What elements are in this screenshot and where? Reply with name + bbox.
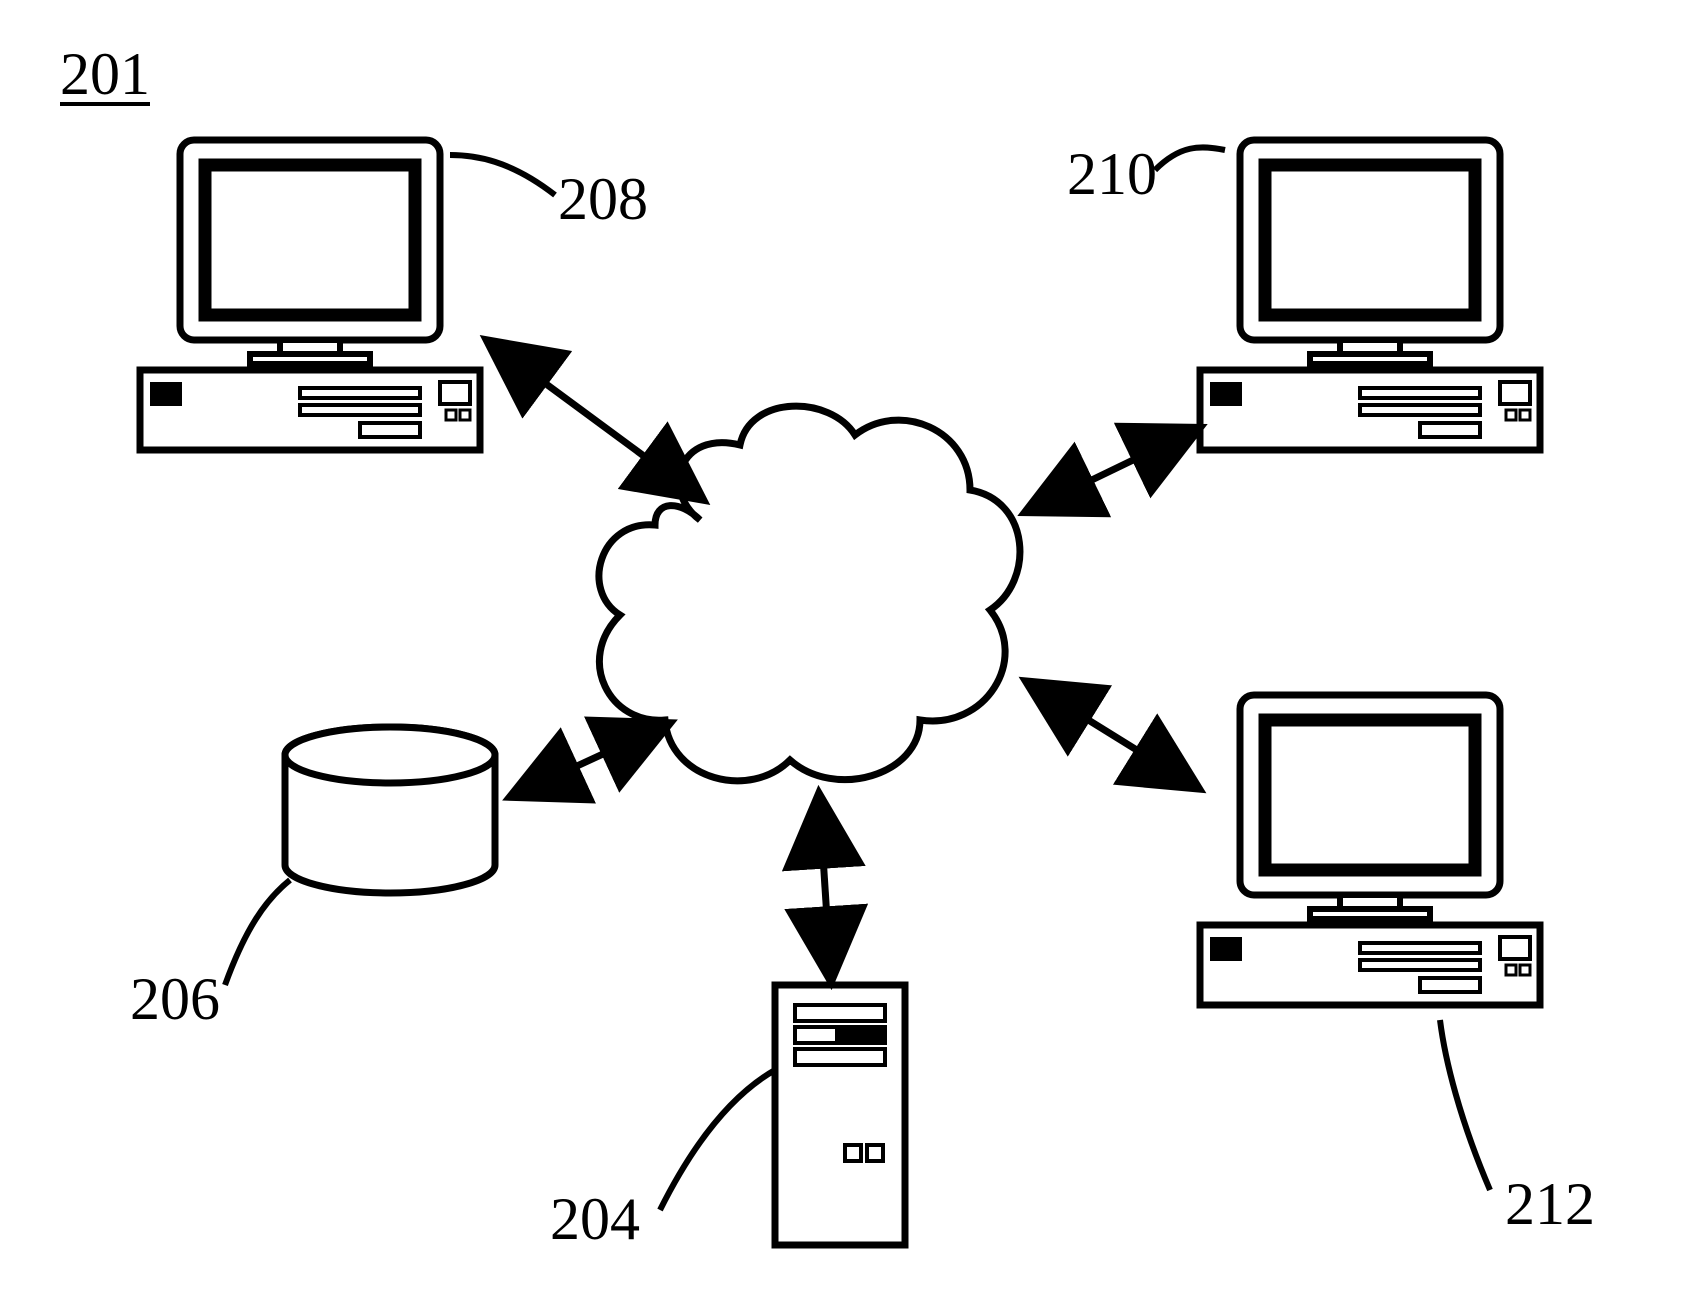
leader-210 xyxy=(1155,147,1225,170)
arrow-cloud-204 xyxy=(820,810,830,965)
arrow-cloud-206 xyxy=(525,730,655,790)
arrow-cloud-208 xyxy=(500,350,690,490)
computer-icon-208 xyxy=(140,140,480,450)
storage-icon xyxy=(285,727,495,893)
diagram-svg xyxy=(0,0,1707,1306)
leader-206 xyxy=(225,880,290,985)
computer-icon-212 xyxy=(1200,695,1540,1005)
leader-208 xyxy=(450,155,555,195)
arrow-cloud-210 xyxy=(1040,435,1185,505)
computer-icon-210 xyxy=(1200,140,1540,450)
leader-212 xyxy=(1440,1020,1490,1190)
arrow-cloud-212 xyxy=(1040,690,1185,780)
diagram-stage: 201 208 210 202 206 204 212 xyxy=(0,0,1707,1306)
server-icon xyxy=(775,985,905,1245)
leader-204 xyxy=(660,1070,775,1210)
cloud-icon xyxy=(599,406,1020,781)
